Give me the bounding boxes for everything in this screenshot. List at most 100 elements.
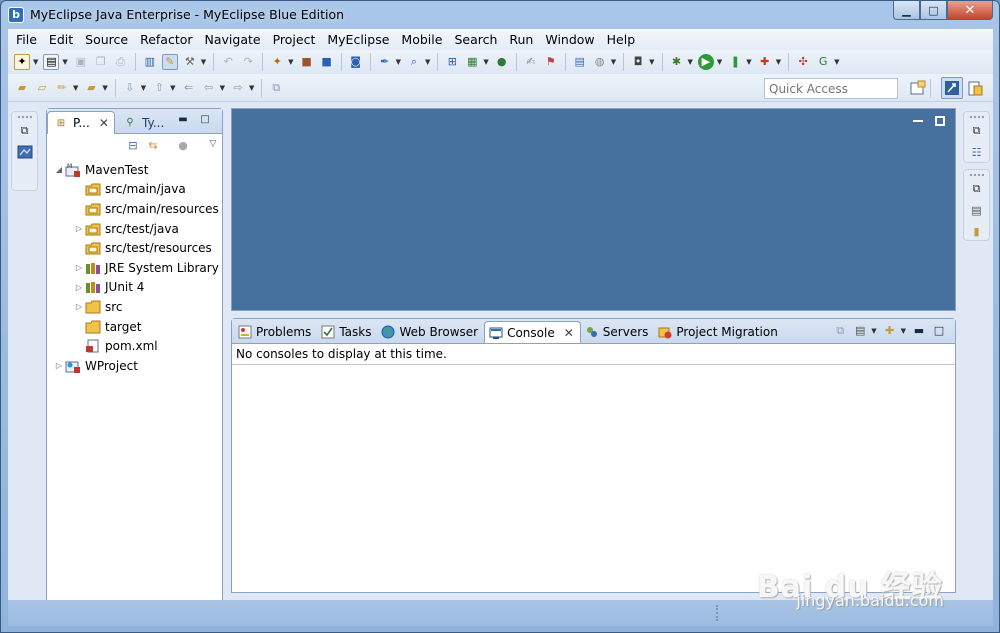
minimize-editor-icon[interactable] [913,120,923,122]
deploy-server-icon[interactable]: ▦ [464,54,480,70]
print-icon[interactable]: ⎙ [113,54,129,70]
next-annotation-icon[interactable]: ⇩ [122,80,138,96]
tree-item-wproject[interactable]: ▷ WProject [47,356,222,376]
browser-icon[interactable]: ◙ [348,54,364,70]
tree-item-jre-system-library[interactable]: ▷ JRE System Library [47,258,222,278]
undo-icon[interactable]: ↶ [220,54,236,70]
collapsed-arrow-icon[interactable]: ▷ [73,302,85,311]
menu-window[interactable]: Window [539,29,600,50]
menu-mobile[interactable]: Mobile [395,29,448,50]
hierarchy-icon[interactable]: ⊞ [444,54,460,70]
tree-item-junit4[interactable]: ▷ JUnit 4 [47,278,222,298]
camera-icon[interactable]: ◘ [630,54,646,70]
pencil-icon[interactable]: ✏ [54,80,70,96]
web-project-dropdown-icon[interactable]: ▼ [288,58,293,66]
trim-drag-handle[interactable] [17,116,32,118]
close-tab-icon[interactable]: ✕ [564,326,574,340]
forward-icon[interactable]: ⇨ [230,80,246,96]
forward-dropdown-icon[interactable]: ▼ [249,84,254,92]
toggle-mark-occurrences-icon[interactable]: ✎ [161,54,178,70]
build-icon[interactable]: ⚒ [182,54,198,70]
tree-item-pom-xml[interactable]: pom.xml [47,336,222,356]
menu-project[interactable]: Project [267,29,322,50]
next-annotation-dropdown-icon[interactable]: ▼ [141,84,146,92]
open-type-icon[interactable]: ✣ [795,54,811,70]
restore-icon[interactable]: ⧉ [969,123,985,139]
close-button[interactable]: ✕ [947,1,993,20]
run-external-dropdown-icon[interactable]: ▼ [746,58,751,66]
myeclipse-perspective-icon[interactable] [941,77,963,99]
tree-item-target[interactable]: target [47,317,222,337]
title-bar[interactable]: b MyEclipse Java Enterprise - MyEclipse … [1,1,999,29]
coverage-icon[interactable]: ✚ [757,54,773,70]
restore-icon[interactable]: ⧉ [969,181,985,197]
menu-file[interactable]: File [10,29,43,50]
tree-item-src[interactable]: ▷ src [47,297,222,317]
search-dropdown-icon[interactable]: ▼ [425,58,430,66]
annotation-icon[interactable]: ✍ [523,54,539,70]
open-resource-dropdown-icon[interactable]: ▼ [834,58,839,66]
tree-item-src-main-java[interactable]: src/main/java [47,180,222,200]
pen-tool-icon[interactable]: ✒ [377,54,393,70]
globe-tool-icon[interactable]: ● [494,54,510,70]
menu-source[interactable]: Source [79,29,134,50]
folder-open-dropdown-icon[interactable]: ▼ [102,84,107,92]
tab-web-browser[interactable]: Web Browser [377,321,484,343]
focus-icon[interactable]: ● [175,138,191,154]
quick-access-input[interactable] [764,78,898,99]
tab-servers[interactable]: Servers [581,321,655,343]
menu-myeclipse[interactable]: MyEclipse [321,29,395,50]
prev-annotation-dropdown-icon[interactable]: ▼ [170,84,175,92]
search-tool-icon[interactable]: ⌕ [406,54,422,70]
run-dropdown-icon[interactable]: ▼ [717,58,722,66]
pin-console-icon[interactable]: ⧉ [832,323,848,339]
save-icon[interactable]: ▣ [73,54,89,70]
menu-run[interactable]: Run [503,29,539,50]
open-resource-icon[interactable]: G [815,54,831,70]
tab-problems[interactable]: Problems [234,321,317,343]
run-icon[interactable]: ▶ [697,54,714,70]
tab-package-explorer[interactable]: ⊞ P... ✕ [47,111,115,134]
blue-package-icon[interactable]: ■ [319,54,335,70]
new-web-project-icon[interactable]: ✦ [269,54,285,70]
view-menu-icon[interactable]: ▽ [205,136,221,152]
package-icon[interactable]: ■ [299,54,315,70]
camera-dropdown-icon[interactable]: ▼ [649,58,654,66]
prev-annotation-icon[interactable]: ⇧ [151,80,167,96]
back-icon[interactable]: ⇦ [201,80,217,96]
editor-area[interactable] [231,108,956,311]
close-tab-icon[interactable]: ✕ [99,116,109,130]
coverage-dropdown-icon[interactable]: ▼ [776,58,781,66]
new-dropdown-icon[interactable]: ▼ [33,58,38,66]
outline-view-icon[interactable]: ☷ [969,144,985,160]
redo-icon[interactable]: ↷ [240,54,256,70]
build-dropdown-icon[interactable]: ▼ [201,58,206,66]
link-with-editor-icon[interactable]: ⇆ [145,138,161,154]
deploy-server-dropdown-icon[interactable]: ▼ [483,58,488,66]
trim-drag-handle[interactable] [969,174,984,176]
gear-globe-dropdown-icon[interactable]: ▼ [611,58,616,66]
new-project-icon[interactable]: ▤ [43,54,60,70]
restore-icon[interactable]: ⧉ [17,123,33,139]
expanded-arrow-icon[interactable]: ◢ [53,165,65,174]
minimize-view-icon[interactable]: ▬ [911,323,927,339]
back-dropdown-icon[interactable]: ▼ [220,84,225,92]
debug-dropdown-icon[interactable]: ▼ [688,58,693,66]
debug-icon[interactable]: ✱ [669,54,685,70]
minimize-view-icon[interactable]: ▬ [178,115,188,125]
tree-item-src-test-resources[interactable]: src/test/resources [47,238,222,258]
menu-help[interactable]: Help [601,29,642,50]
open-console-icon[interactable]: ✚ [882,323,898,339]
folder-open-icon[interactable]: ▰ [83,80,99,96]
tab-console[interactable]: Console ✕ [484,321,581,343]
collapsed-arrow-icon[interactable]: ▷ [73,283,85,292]
maximize-editor-icon[interactable] [935,116,945,126]
collapsed-arrow-icon[interactable]: ▷ [73,263,85,272]
pen-dropdown-icon[interactable]: ▼ [396,58,401,66]
tab-type-hierarchy[interactable]: ⚲ Ty... [117,111,172,134]
menu-search[interactable]: Search [448,29,503,50]
display-selected-console-icon[interactable]: ▤ [852,323,868,339]
new-project-dropdown-icon[interactable]: ▼ [62,58,67,66]
tab-project-migration[interactable]: Project Migration [654,321,783,343]
deploy-icon[interactable]: ▥ [142,54,158,70]
